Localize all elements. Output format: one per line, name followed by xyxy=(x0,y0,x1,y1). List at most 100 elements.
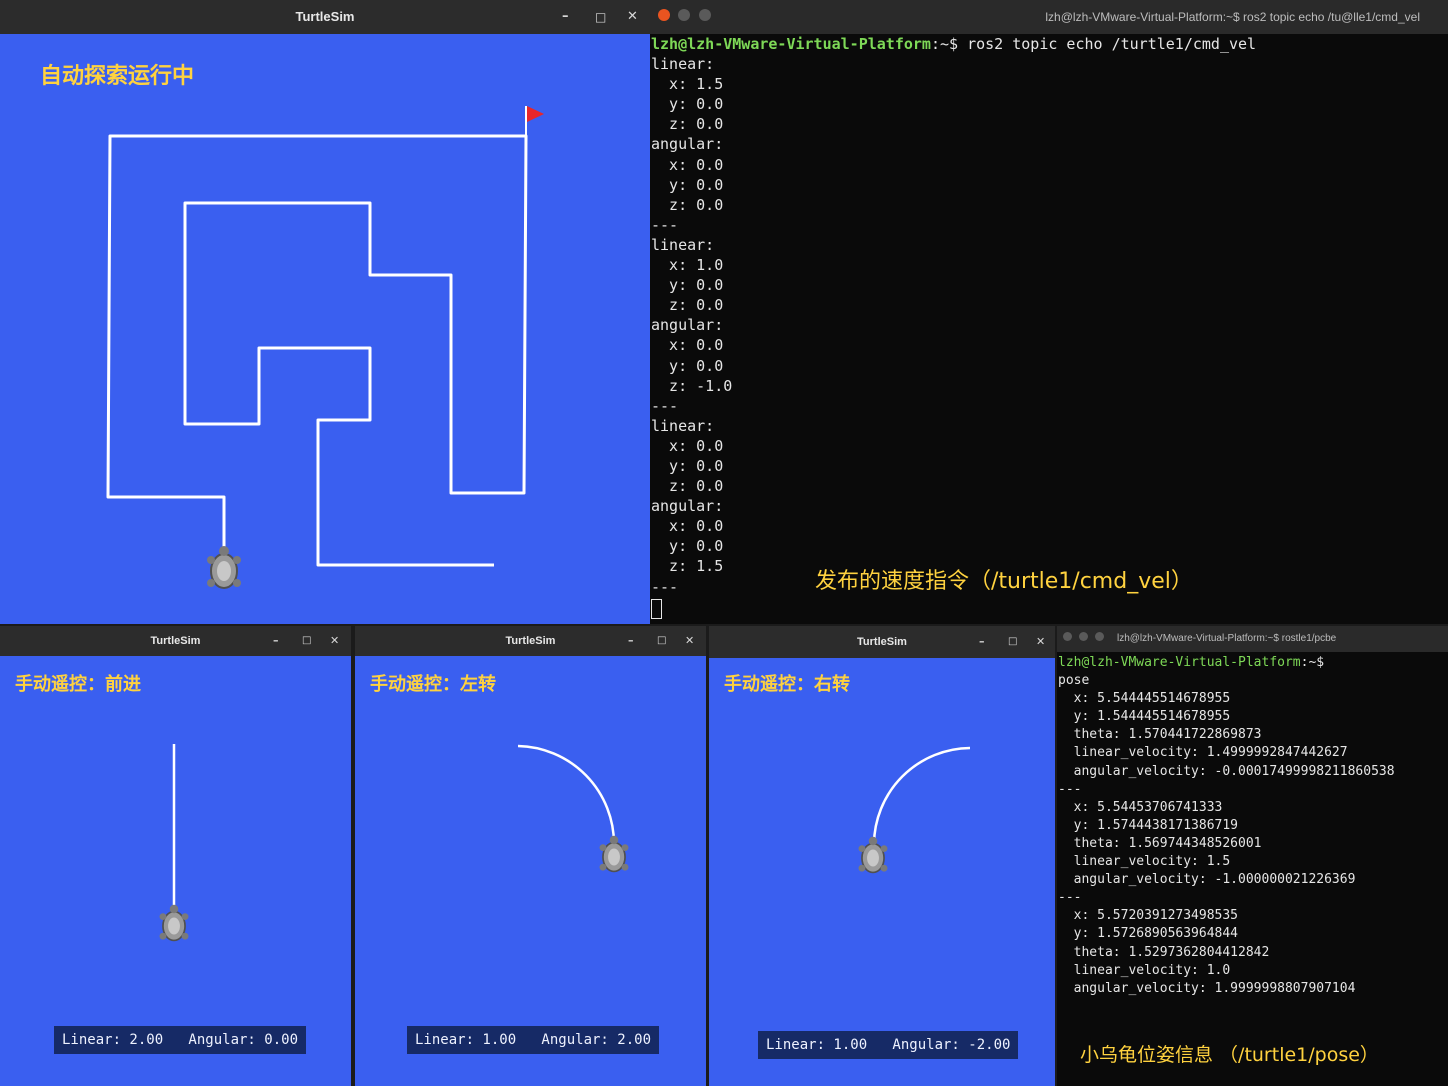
turtle-icon xyxy=(159,904,189,942)
prompt-user: lzh@lzh-VMware-Virtual-Platform xyxy=(1058,655,1301,670)
maximize-icon[interactable]: □ xyxy=(595,0,606,34)
minimize-dot-icon[interactable] xyxy=(678,9,691,21)
pose-prompt-line: lzh@lzh-VMware-Virtual-Platform:~$ xyxy=(1058,654,1448,672)
close-dot-icon[interactable] xyxy=(658,9,670,21)
prompt-user: lzh@lzh-VMware-Virtual-Platform xyxy=(651,35,931,53)
right-window-titlebar[interactable]: TurtleSim – □ ✕ xyxy=(709,626,1055,658)
terminal-line: linear: xyxy=(651,235,715,254)
left-turtle-canvas: 手动遥控：左转 Linear: 1.00 Angular: 2.00 xyxy=(355,656,706,1086)
terminal-line: --- xyxy=(1058,890,1082,906)
terminal-line: linear_velocity: 1.5 xyxy=(1058,854,1231,870)
typed-command: ros2 topic echo /turtle1/cmd_vel xyxy=(967,35,1257,53)
cmd-vel-terminal-titlebar[interactable]: lzh@lzh-VMware-Virtual-Platform:~$ ros2 … xyxy=(650,0,1448,34)
close-icon[interactable]: ✕ xyxy=(1036,626,1045,658)
forward-window-titlebar[interactable]: TurtleSim – □ ✕ xyxy=(0,626,351,656)
cmd-vel-label: 发布的速度指令（/turtle1/cmd_vel） xyxy=(815,569,1193,594)
turtle-icon xyxy=(207,546,241,589)
main-window-titlebar[interactable]: TurtleSim – □ ✕ xyxy=(0,0,650,34)
terminal-line: theta: 1.5297362804412842 xyxy=(1058,944,1270,960)
terminal-line: x: 5.54453706741333 xyxy=(1058,799,1223,815)
right-velocity-readout: Linear: 1.00 Angular: -2.00 xyxy=(758,1031,1019,1059)
terminal-line: x: 1.5 xyxy=(651,75,724,94)
terminal-line: y: 0.0 xyxy=(651,456,724,475)
forward-window-title: TurtleSim xyxy=(150,635,201,647)
terminal-line: linear: xyxy=(651,55,715,74)
terminal-line: z: 0.0 xyxy=(651,115,724,134)
goal-flag-icon xyxy=(527,106,544,122)
terminal-line: y: 0.0 xyxy=(651,175,724,194)
minimize-icon[interactable]: – xyxy=(562,0,569,34)
maximize-icon[interactable]: □ xyxy=(302,626,311,656)
maximize-dot-icon[interactable] xyxy=(1094,632,1104,641)
left-velocity-readout: Linear: 1.00 Angular: 2.00 xyxy=(407,1026,660,1054)
terminal-line: x: 0.0 xyxy=(651,436,724,455)
minimize-dot-icon[interactable] xyxy=(1078,632,1088,641)
terminal-line: x: 1.0 xyxy=(651,256,724,275)
close-icon[interactable]: ✕ xyxy=(627,0,638,34)
maze-trail xyxy=(106,106,544,589)
maximize-icon[interactable]: □ xyxy=(657,626,666,656)
main-turtle-canvas: 自动探索运行中 xyxy=(0,34,650,624)
main-turtlesim-window: TurtleSim – □ ✕ 自动探索运行中 xyxy=(0,0,650,624)
terminal-line: --- xyxy=(1058,781,1082,797)
terminal-line: linear: xyxy=(651,416,715,435)
terminal-line: y: 0.0 xyxy=(651,356,724,375)
turtle-icon xyxy=(599,835,629,873)
terminal-line: y: 1.544445514678955 xyxy=(1058,709,1231,725)
terminal-line: x: 0.0 xyxy=(651,517,724,536)
forward-turtlesim-window: TurtleSim – □ ✕ 手动遥控：前进 Linear: 2.00 Ang… xyxy=(0,626,351,1086)
terminal-line: linear_velocity: 1.4999992847442627 xyxy=(1058,745,1348,761)
right-window-title: TurtleSim xyxy=(857,636,907,648)
terminal-line: y: 1.5726890563964844 xyxy=(1058,926,1239,942)
pose-terminal-title: lzh@lzh-VMware-Virtual-Platform:~$ rostl… xyxy=(1117,633,1337,644)
pose-output: pose x: 5.544445514678955 y: 1.544445514… xyxy=(1058,672,1448,998)
left-turn-arc xyxy=(517,744,616,845)
terminal-line: y: 0.0 xyxy=(651,95,724,114)
terminal-line: theta: 1.570441722869873 xyxy=(1058,727,1262,743)
close-icon[interactable]: ✕ xyxy=(685,626,694,656)
terminal-line: z: 0.0 xyxy=(651,195,724,214)
cmd-vel-terminal: lzh@lzh-VMware-Virtual-Platform:~$ ros2 … xyxy=(650,0,1448,624)
pose-terminal-body[interactable]: lzh@lzh-VMware-Virtual-Platform:~$ pose … xyxy=(1057,652,1448,1086)
minimize-icon[interactable]: – xyxy=(628,626,634,656)
minimize-icon[interactable]: – xyxy=(273,626,279,656)
terminal-cursor xyxy=(651,598,662,619)
terminal-line: linear_velocity: 1.0 xyxy=(1058,962,1231,978)
main-window-title: TurtleSim xyxy=(295,9,355,24)
terminal-line: theta: 1.569744348526001 xyxy=(1058,835,1262,851)
terminal-line: angular: xyxy=(651,135,724,154)
left-turn-trail xyxy=(517,744,629,873)
close-dot-icon[interactable] xyxy=(1063,632,1072,641)
prompt-path: :~$ xyxy=(930,35,968,53)
command-line: lzh@lzh-VMware-Virtual-Platform:~$ ros2 … xyxy=(651,34,1448,54)
pose-terminal: lzh@lzh-VMware-Virtual-Platform:~$ rostl… xyxy=(1057,626,1448,1086)
terminal-line: pose xyxy=(1058,673,1090,689)
terminal-line: angular_velocity: -0.0001749999821186053… xyxy=(1058,763,1395,779)
terminal-line: y: 0.0 xyxy=(651,537,724,556)
window-controls xyxy=(658,0,711,34)
pose-terminal-titlebar[interactable]: lzh@lzh-VMware-Virtual-Platform:~$ rostl… xyxy=(1057,626,1448,652)
maximize-dot-icon[interactable] xyxy=(698,9,711,21)
right-turtle-canvas: 手动遥控：右转 Linear: 1.00 Angular: -2.00 xyxy=(709,658,1055,1086)
terminal-line: x: 0.0 xyxy=(651,336,724,355)
terminal-line: angular_velocity: -1.000000021226369 xyxy=(1058,872,1356,888)
right-turn-arc xyxy=(872,746,971,845)
terminal-line: --- xyxy=(651,215,679,234)
left-window-titlebar[interactable]: TurtleSim – □ ✕ xyxy=(355,626,706,656)
terminal-line: --- xyxy=(651,396,679,415)
pose-label: 小乌龟位姿信息 （/turtle1/pose） xyxy=(1080,1044,1379,1066)
forward-velocity-readout: Linear: 2.00 Angular: 0.00 xyxy=(54,1026,307,1054)
terminal-line: x: 0.0 xyxy=(651,155,724,174)
terminal-line: angular_velocity: 1.9999998807907104 xyxy=(1058,980,1356,996)
echo-output: linear: x: 1.5 y: 0.0 z: 0.0 angular: x: … xyxy=(651,54,1448,597)
maximize-icon[interactable]: □ xyxy=(1008,626,1017,658)
terminal-line: angular: xyxy=(651,316,724,335)
right-turn-trail xyxy=(858,746,971,874)
close-icon[interactable]: ✕ xyxy=(330,626,339,656)
terminal-line: x: 5.5720391273498535 xyxy=(1058,908,1239,924)
forward-turtle-canvas: 手动遥控：前进 Linear: 2.00 Angular: 0.00 xyxy=(0,656,351,1086)
minimize-icon[interactable]: – xyxy=(979,626,985,658)
cmd-vel-terminal-body[interactable]: lzh@lzh-VMware-Virtual-Platform:~$ ros2 … xyxy=(650,34,1448,624)
left-window-title: TurtleSim xyxy=(505,635,556,647)
prompt-path: :~$ xyxy=(1300,655,1325,670)
